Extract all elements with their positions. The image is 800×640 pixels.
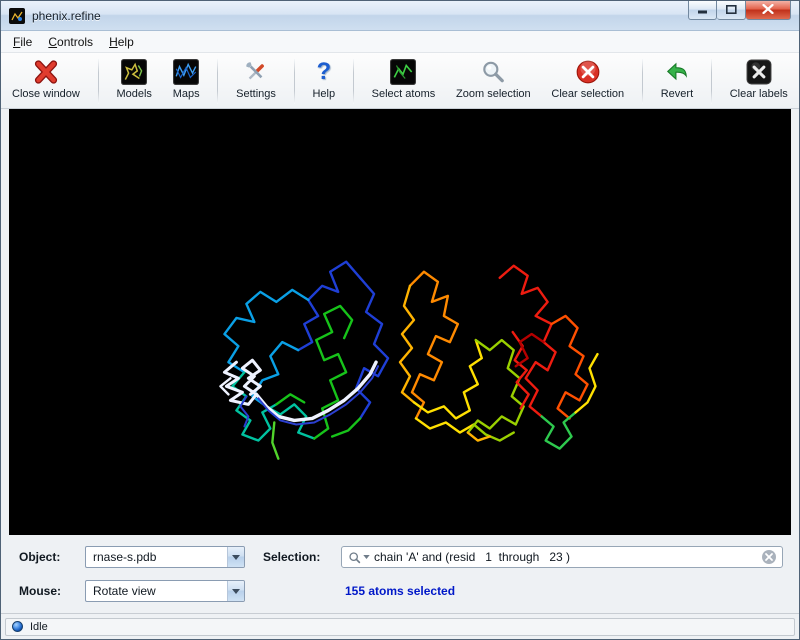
mouse-row: Mouse: Rotate view 155 atoms selected [19,579,789,603]
maximize-icon [726,1,737,19]
controls-panel: Object: rnase-s.pdb Selection: [1,535,799,613]
menu-help[interactable]: Help [101,33,142,51]
toolbar-label: Maps [173,88,200,100]
toolbar-models-button[interactable]: Models [111,56,156,107]
phenix-app-icon [9,8,25,24]
toolbar-separator [217,59,218,104]
menu-file[interactable]: File [5,33,40,51]
toolbar-separator [294,59,295,104]
toolbar-label: Clear labels [730,88,788,100]
toolbar-maps-button[interactable]: Maps [168,56,205,107]
select-atoms-thumbnail-icon [390,57,416,87]
mouse-label: Mouse: [19,584,85,598]
toolbar-zoom-selection-button[interactable]: Zoom selection [451,56,536,107]
selection-input[interactable] [370,550,761,564]
statusbar: Idle [1,613,799,639]
toolbar-label: Revert [661,88,693,100]
toolbar-clear-selection-button[interactable]: Clear selection [546,56,629,107]
object-dropdown-value: rnase-s.pdb [93,550,227,564]
minimize-button[interactable] [688,1,717,20]
atoms-selected-text: 155 atoms selected [345,584,455,598]
object-dropdown[interactable]: rnase-s.pdb [85,546,245,568]
tools-icon [243,57,269,87]
object-label: Object: [19,550,85,564]
toolbar-settings-button[interactable]: Settings [231,56,281,107]
toolbar-help-button[interactable]: ? Help [307,56,340,107]
magnifier-icon [480,57,506,87]
status-indicator-icon [12,621,23,632]
chevron-down-icon [227,547,244,567]
window-title: phenix.refine [32,9,101,23]
toolbar-revert-button[interactable]: Revert [656,56,698,107]
status-text: Idle [30,621,48,633]
close-icon [762,1,774,19]
toolbar-label: Zoom selection [456,88,531,100]
selection-searchbox [341,546,783,568]
molecule-viewport[interactable] [9,109,791,535]
selection-label: Selection: [263,550,341,564]
toolbar-separator [98,59,99,104]
mouse-dropdown-value: Rotate view [93,584,227,598]
toolbar-separator [642,59,643,104]
toolbar: Close window Models Maps Settings [1,53,799,109]
chevron-down-icon [227,581,244,601]
mouse-dropdown[interactable]: Rotate view [85,580,245,602]
toolbar-separator [711,59,712,104]
titlebar[interactable]: phenix.refine [1,1,799,31]
minimize-icon [698,1,708,19]
red-circle-x-icon [575,57,601,87]
chevron-down-icon[interactable] [363,555,370,559]
question-mark-icon: ? [316,57,331,87]
maps-thumbnail-icon [173,57,199,87]
status-field: Idle [5,618,795,636]
clear-field-icon[interactable] [761,549,777,565]
models-thumbnail-icon [121,57,147,87]
object-row: Object: rnase-s.pdb Selection: [19,545,789,569]
toolbar-label: Close window [12,88,80,100]
toolbar-label: Help [312,88,335,100]
molecule-render [9,109,791,535]
caption-buttons [688,1,791,20]
toolbar-clear-labels-button[interactable]: Clear labels [725,56,793,107]
maximize-button[interactable] [717,1,746,20]
close-button[interactable] [746,1,791,20]
toolbar-label: Clear selection [551,88,624,100]
search-icon [348,551,361,564]
toolbar-select-atoms-button[interactable]: Select atoms [367,56,441,107]
green-back-arrow-icon [663,57,691,87]
dark-x-icon [746,57,772,87]
red-x-icon [32,57,60,87]
toolbar-close-window-button[interactable]: Close window [7,56,85,107]
toolbar-label: Models [116,88,151,100]
toolbar-label: Settings [236,88,276,100]
menubar: File Controls Help [1,31,799,53]
toolbar-label: Select atoms [372,88,436,100]
toolbar-separator [353,59,354,104]
phenix-refine-window: phenix.refine File Controls Help Close w… [0,0,800,640]
menu-controls[interactable]: Controls [40,33,101,51]
